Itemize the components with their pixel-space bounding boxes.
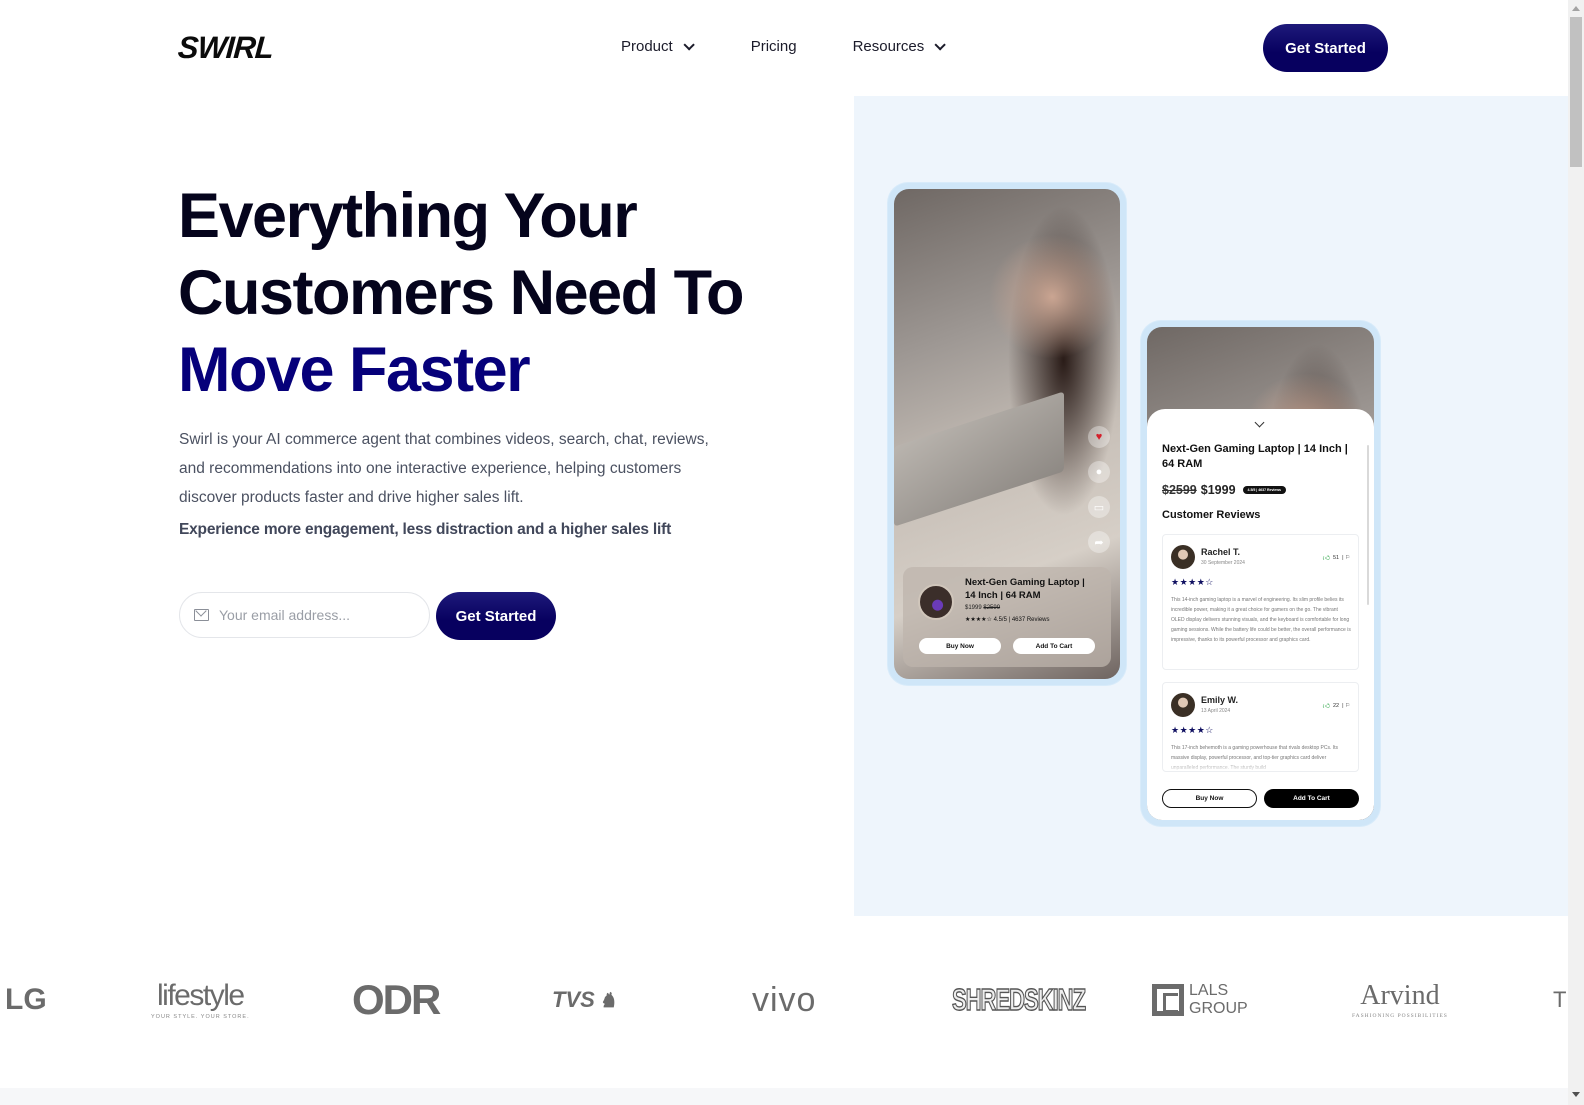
rating-badge: 4.5/5 | 4637 Reviews — [1242, 486, 1287, 494]
share-icon[interactable]: ➦ — [1088, 531, 1110, 553]
flag-icon[interactable]: | ⚐ — [1342, 703, 1350, 709]
avatar — [1171, 693, 1195, 717]
page-scrollbar[interactable] — [1568, 0, 1584, 1105]
video-phone-mockup: ♥ ● ▭ ➦ Next-Gen Gaming Laptop | 14 Inch… — [888, 183, 1126, 685]
nav-product[interactable]: Product — [621, 38, 695, 55]
review-like[interactable]: 👍︎ 22 | ⚐ — [1322, 701, 1350, 711]
email-field[interactable] — [179, 592, 430, 638]
brand-logo-arvind: Arvind FASHIONING POSSIBILITIES — [1352, 979, 1448, 1019]
brand-logo-shredskinz: SHREDSKINZ — [951, 981, 1086, 1017]
review-card: Emily W. 13 April 2024 👍︎ 22 | ⚐ ★★★★☆ T… — [1162, 682, 1359, 772]
product-card-actions: Buy Now Add To Cart — [919, 638, 1095, 654]
reviews-heading: Customer Reviews — [1162, 509, 1261, 521]
like-count: 22 — [1332, 702, 1340, 709]
hero-emphasis: Experience more engagement, less distrac… — [179, 521, 672, 538]
review-like[interactable]: 👍︎ 51 | ⚐ — [1322, 553, 1350, 563]
sheet-price-current: $1999 — [1200, 483, 1236, 497]
review-date: 13 April 2024 — [1201, 708, 1231, 714]
reviewer-name: Rachel T. — [1201, 547, 1241, 557]
video-screen[interactable]: ♥ ● ▭ ➦ Next-Gen Gaming Laptop | 14 Inch… — [894, 189, 1120, 679]
review-card: Rachel T. 30 September 2024 👍︎ 51 | ⚐ ★★… — [1162, 534, 1359, 670]
nav-product-label: Product — [621, 38, 673, 55]
sheet-price: $2599 $1999 4.5/5 | 4637 Reviews — [1162, 483, 1287, 497]
header-get-started-button[interactable]: Get Started — [1263, 24, 1388, 72]
product-price-current: $1999 — [965, 605, 982, 611]
brand-logos-strip: LG lifestyle YOUR STYLE. YOUR STORE. ODR… — [0, 975, 1568, 1035]
swirl-logo[interactable]: SWIRL — [177, 30, 274, 66]
nav-resources[interactable]: Resources — [852, 38, 947, 55]
hero-description: Swirl is your AI commerce agent that com… — [179, 431, 709, 506]
main-nav: Product Pricing Resources — [621, 38, 947, 55]
scrollbar-thumb[interactable] — [1570, 17, 1582, 167]
review-date: 30 September 2024 — [1201, 560, 1245, 566]
thumbs-up-icon: 👍︎ — [1322, 703, 1330, 710]
scroll-up-arrow-icon[interactable] — [1572, 6, 1580, 11]
scroll-down-arrow-icon[interactable] — [1572, 1092, 1580, 1097]
nav-pricing[interactable]: Pricing — [751, 38, 797, 55]
brand-logo-odr: ODR — [352, 976, 441, 1023]
add-to-cart-button[interactable]: Add To Cart — [1264, 789, 1359, 808]
site-header: SWIRL Product Pricing Resources Get Star… — [0, 0, 1568, 95]
brand-logo-lals-group: LALS GROUP — [1152, 975, 1253, 1025]
thumbs-up-icon: 👍︎ — [1322, 555, 1330, 562]
like-count: 51 — [1332, 554, 1340, 561]
email-input[interactable] — [219, 607, 409, 623]
chevron-down-icon — [683, 38, 695, 51]
brand-logo-partial: T — [1553, 987, 1567, 1012]
product-title: Next-Gen Gaming Laptop | 14 Inch | 64 RA… — [965, 577, 1085, 601]
product-thumbnail — [918, 584, 954, 620]
next-section-edge — [0, 1088, 1568, 1105]
reviews-screen: Next-Gen Gaming Laptop | 14 Inch | 64 RA… — [1147, 327, 1374, 820]
avatar — [1171, 545, 1195, 569]
hero-title-line1: Everything Your — [178, 181, 638, 251]
product-rating: ★★★★☆ 4.5/5 | 4637 Reviews — [965, 616, 1050, 623]
brand-logo-vivo: vivo — [752, 981, 817, 1019]
bag-icon[interactable]: ▭ — [1088, 496, 1110, 518]
heart-icon[interactable]: ♥ — [1088, 426, 1110, 448]
product-card: Next-Gen Gaming Laptop | 14 Inch | 64 RA… — [903, 567, 1111, 667]
nav-pricing-label: Pricing — [750, 38, 797, 55]
product-price: $1999 $2599 — [965, 605, 1000, 611]
hero-get-started-button[interactable]: Get Started — [436, 592, 556, 640]
reviews-scrollbar[interactable] — [1367, 445, 1369, 605]
hero-title-line2: Customers Need To — [178, 258, 744, 328]
reviewer-name: Emily W. — [1201, 695, 1239, 705]
chevron-down-icon — [934, 38, 947, 51]
brand-logo-lifestyle: lifestyle YOUR STYLE. YOUR STORE. — [151, 978, 250, 1020]
video-side-actions: ♥ ● ▭ ➦ — [1088, 426, 1110, 553]
review-stars: ★★★★☆ — [1171, 577, 1214, 587]
sheet-price-old: $2599 — [1162, 483, 1197, 497]
chat-icon[interactable]: ● — [1088, 461, 1110, 483]
brand-logo-lg: LG — [5, 983, 47, 1016]
sheet-actions: Buy Now Add To Cart — [1162, 789, 1359, 808]
chevron-down-icon[interactable] — [1254, 417, 1265, 428]
review-stars: ★★★★☆ — [1171, 725, 1214, 735]
mail-icon — [194, 609, 209, 621]
lals-mark-icon — [1152, 984, 1184, 1016]
buy-now-button[interactable]: Buy Now — [919, 638, 1001, 654]
nav-resources-label: Resources — [852, 38, 925, 55]
flag-icon[interactable]: | ⚐ — [1342, 555, 1350, 561]
review-text: This 17-inch behemoth is a gaming powerh… — [1171, 745, 1339, 771]
hero-title-accent: Move Faster — [178, 335, 531, 405]
review-text: This 14-inch gaming laptop is a marvel o… — [1171, 597, 1351, 643]
add-to-cart-button[interactable]: Add To Cart — [1013, 638, 1095, 654]
product-detail-sheet: Next-Gen Gaming Laptop | 14 Inch | 64 RA… — [1147, 409, 1374, 820]
product-stars: ★★★★☆ — [965, 617, 992, 623]
sheet-product-title: Next-Gen Gaming Laptop | 14 Inch | 64 RA… — [1162, 443, 1348, 470]
reviews-phone-mockup: Next-Gen Gaming Laptop | 14 Inch | 64 RA… — [1141, 321, 1380, 826]
brand-logo-tvs: TVS ♞ — [552, 987, 617, 1012]
product-rating-text: 4.5/5 | 4637 Reviews — [993, 617, 1050, 623]
hero-title: Everything Your Customers Need To Move F… — [178, 178, 744, 409]
buy-now-button[interactable]: Buy Now — [1162, 789, 1257, 808]
product-price-old: $2599 — [983, 605, 1001, 611]
horse-icon: ♞ — [598, 989, 617, 1012]
